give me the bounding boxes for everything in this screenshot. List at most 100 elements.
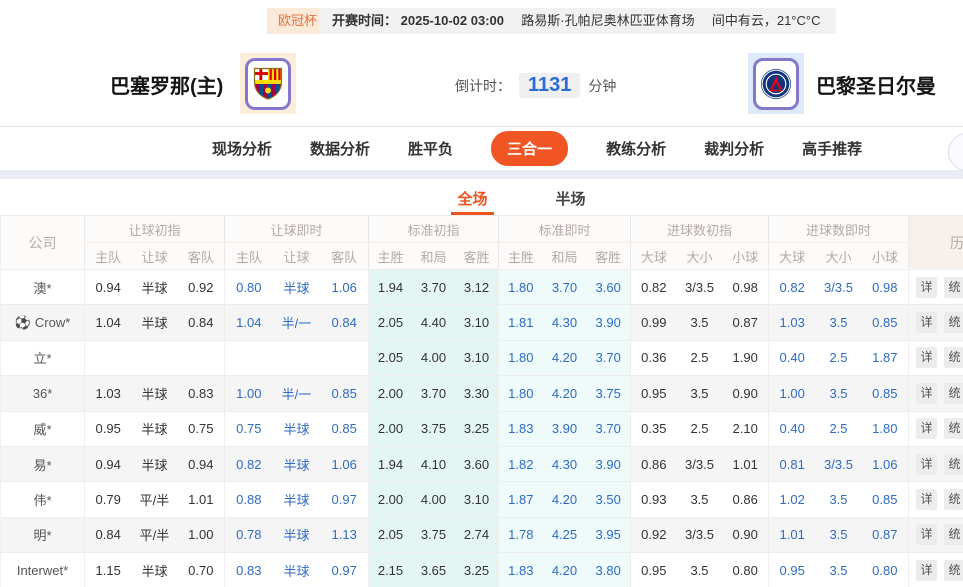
odds-value: 2.5 <box>815 421 861 436</box>
company-name: 威* <box>33 419 51 438</box>
stats-button[interactable]: 统 <box>944 524 963 545</box>
company-name: 36* <box>33 386 53 401</box>
floating-button[interactable] <box>948 133 963 171</box>
detail-button[interactable]: 详 <box>916 489 937 510</box>
detail-button[interactable]: 详 <box>916 277 937 298</box>
odds-group: 1.03半球0.83 <box>85 376 225 410</box>
odds-value: 0.82 <box>631 280 677 295</box>
tab-expert-recommend[interactable]: 高手推荐 <box>802 138 862 159</box>
detail-button[interactable]: 详 <box>916 312 937 333</box>
col-group-label: 进球数即时 <box>769 216 908 243</box>
odds-value: 1.06 <box>320 457 368 472</box>
history-cell: 详统 <box>909 341 963 375</box>
col-group-standard-initial: 标准初指 主胜 和局 客胜 <box>369 216 499 269</box>
odds-group: 0.823/3.50.98 <box>769 270 909 304</box>
col-header: 主队 <box>85 247 131 266</box>
history-cell: 详统 <box>909 412 963 446</box>
odds-value: 0.82 <box>769 280 815 295</box>
odds-value: 0.97 <box>320 492 368 507</box>
odds-group: 1.814.303.90 <box>499 305 631 339</box>
odds-group: 0.78半球1.13 <box>225 518 369 552</box>
odds-value: 0.84 <box>85 527 131 542</box>
stats-button[interactable]: 统 <box>944 489 963 510</box>
odds-value: 3.60 <box>586 280 630 295</box>
odds-value: 1.00 <box>769 386 815 401</box>
stats-button[interactable]: 统 <box>944 277 963 298</box>
top-info-bar: 欧冠杯 开赛时间： 2025-10-02 03:00 路易斯·孔帕尼奥林匹亚体育… <box>0 0 963 40</box>
tab-coach-analysis[interactable]: 教练分析 <box>606 138 666 159</box>
company-cell: 易* <box>1 447 85 481</box>
detail-button[interactable]: 详 <box>916 524 937 545</box>
tab-data-analysis[interactable]: 数据分析 <box>310 138 370 159</box>
odds-group: 0.993.50.87 <box>631 305 769 339</box>
odds-group: 2.004.003.10 <box>369 482 499 516</box>
table-row: 伟*0.79平/半1.010.88半球0.972.004.003.101.874… <box>1 481 963 516</box>
odds-value: 3/3.5 <box>677 280 723 295</box>
odds-group: 2.054.403.10 <box>369 305 499 339</box>
detail-button[interactable]: 详 <box>916 454 937 475</box>
odds-value: 3.5 <box>815 492 861 507</box>
stats-button[interactable]: 统 <box>944 454 963 475</box>
odds-group: 1.15半球0.70 <box>85 553 225 587</box>
odds-value: 3.70 <box>586 421 630 436</box>
odds-value: 2.10 <box>722 421 768 436</box>
odds-value: 0.98 <box>722 280 768 295</box>
tab-live-analysis[interactable]: 现场分析 <box>212 138 272 159</box>
odds-value: 0.75 <box>178 421 224 436</box>
detail-button[interactable]: 详 <box>916 418 937 439</box>
stats-button[interactable]: 统 <box>944 560 963 581</box>
tab-win-draw-lose[interactable]: 胜平负 <box>408 138 453 159</box>
detail-button[interactable]: 详 <box>916 347 937 368</box>
detail-button[interactable]: 详 <box>916 560 937 581</box>
odds-value: 0.83 <box>178 386 224 401</box>
stats-button[interactable]: 统 <box>944 383 963 404</box>
psg-crest-icon <box>753 58 799 110</box>
subtab-half-match[interactable]: 半场 <box>550 188 592 215</box>
subtab-full-match[interactable]: 全场 <box>451 188 493 215</box>
odds-value: 2.00 <box>369 492 412 507</box>
football-icon: ⚽ <box>15 315 31 331</box>
odds-value: 平/半 <box>131 525 177 544</box>
tab-referee-analysis[interactable]: 裁判分析 <box>704 138 764 159</box>
match-info-strip: 开赛时间： 2025-10-02 03:00 路易斯·孔帕尼奥林匹亚体育场 间中… <box>319 8 836 34</box>
table-row: 明*0.84平/半1.000.78半球1.132.053.752.741.784… <box>1 517 963 552</box>
odds-value: 2.00 <box>369 421 412 436</box>
odds-value: 0.95 <box>631 563 677 578</box>
away-team-name: 巴黎圣日尔曼 <box>816 70 936 99</box>
odds-group: 1.804.203.70 <box>499 341 631 375</box>
stats-button[interactable]: 统 <box>944 312 963 333</box>
col-header: 大球 <box>631 247 677 266</box>
odds-value: 0.40 <box>769 421 815 436</box>
odds-value: 1.81 <box>499 315 543 330</box>
countdown-label: 倒计时： <box>455 76 511 96</box>
company-name: Crow* <box>35 315 70 330</box>
company-cell: 澳* <box>1 270 85 304</box>
odds-value: 1.90 <box>722 350 768 365</box>
odds-value: 3.75 <box>412 421 455 436</box>
odds-value: 0.97 <box>320 563 368 578</box>
odds-value: 1.00 <box>225 386 273 401</box>
odds-value: 3.5 <box>815 386 861 401</box>
col-group-label: 让球初指 <box>85 216 224 243</box>
stats-button[interactable]: 统 <box>944 347 963 368</box>
detail-button[interactable]: 详 <box>916 383 937 404</box>
tab-three-in-one[interactable]: 三合一 <box>491 131 568 166</box>
odds-group: 0.953.50.80 <box>631 553 769 587</box>
odds-group: 0.82半球1.06 <box>225 447 369 481</box>
countdown-value: 1131 <box>519 73 580 98</box>
odds-value: 1.03 <box>85 386 131 401</box>
company-name: 明* <box>33 525 51 544</box>
odds-value: 平/半 <box>131 490 177 509</box>
odds-value: 1.06 <box>320 280 368 295</box>
odds-value: 2.5 <box>815 350 861 365</box>
odds-group: 1.784.253.95 <box>499 518 631 552</box>
odds-value: 3.70 <box>412 280 455 295</box>
col-header: 客队 <box>178 247 224 266</box>
stats-button[interactable]: 统 <box>944 418 963 439</box>
odds-value: 0.94 <box>85 457 131 472</box>
countdown-unit: 分钟 <box>588 76 616 96</box>
odds-value: 3.5 <box>815 527 861 542</box>
company-name: 易* <box>33 455 51 474</box>
odds-value: 3.70 <box>543 280 587 295</box>
odds-value: 1.87 <box>862 350 908 365</box>
